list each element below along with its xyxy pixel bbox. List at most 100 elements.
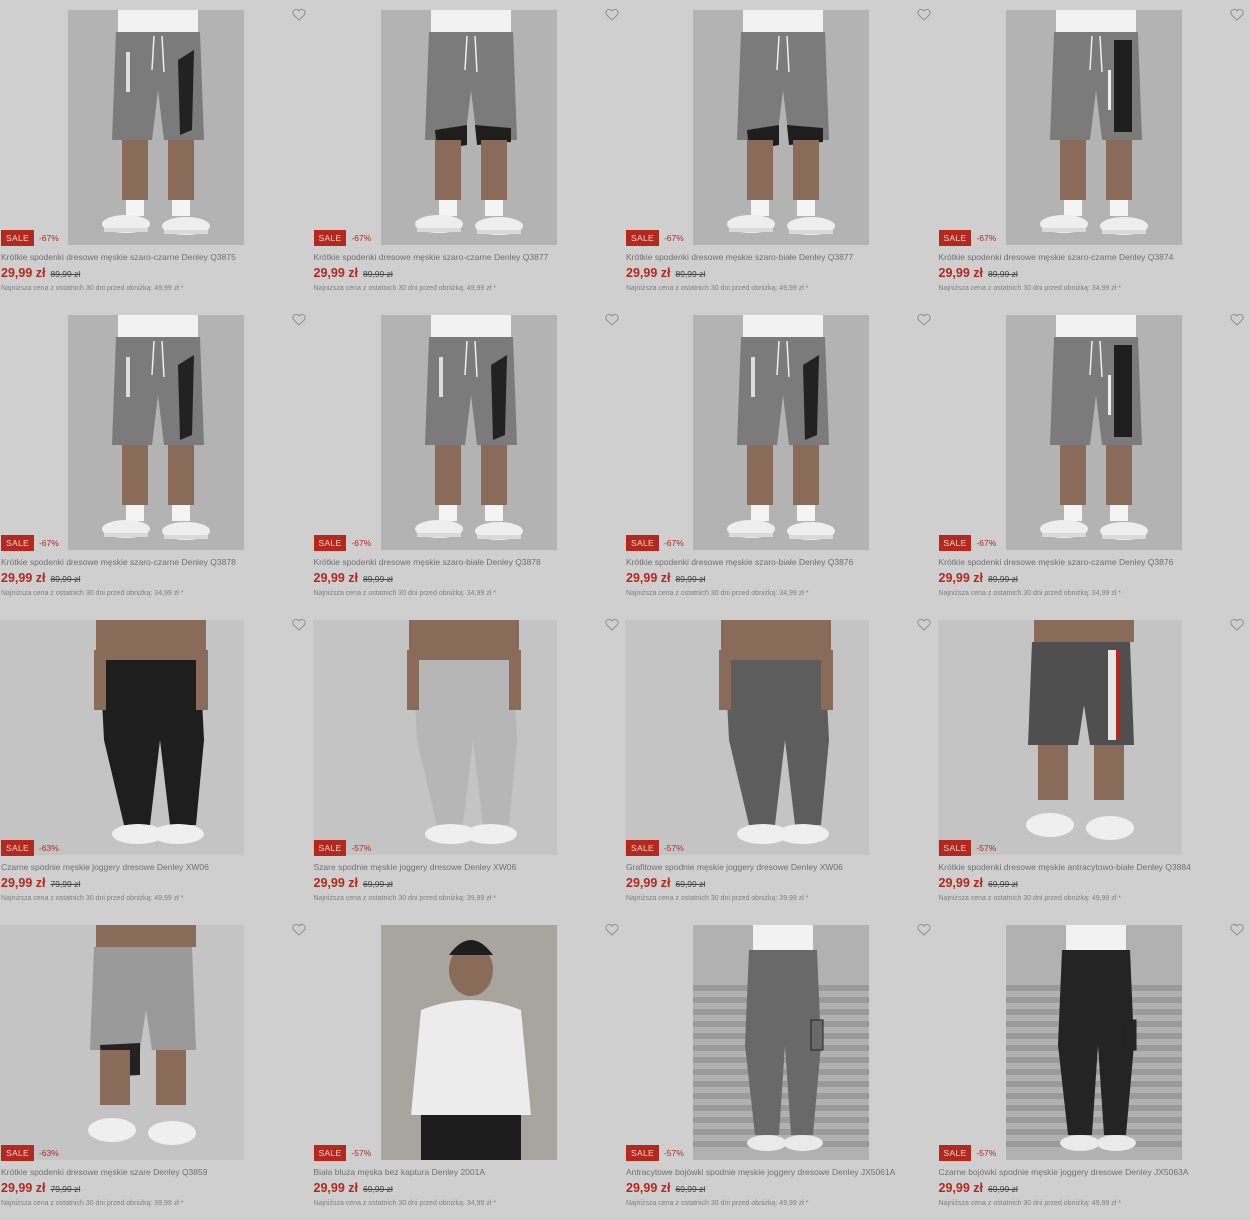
product-image[interactable] — [693, 10, 869, 245]
product-image[interactable] — [937, 620, 1182, 855]
badge-row: SALE -67% — [313, 230, 371, 246]
heart-icon[interactable] — [604, 923, 619, 936]
sale-badge: SALE — [1, 230, 34, 246]
heart-icon[interactable] — [604, 313, 619, 326]
sale-price: 29,99 zł — [626, 1181, 671, 1195]
product-card[interactable]: SALE -67% Krótkie spodenki dresowe męski… — [938, 0, 1250, 305]
heart-icon[interactable] — [604, 8, 619, 21]
product-image[interactable] — [380, 315, 557, 550]
sale-price: 29,99 zł — [313, 266, 358, 280]
product-title[interactable]: Krótkie spodenki dresowe męskie szaro-cz… — [314, 252, 614, 262]
product-card[interactable]: SALE -57% Czarne bojówki spodnie męskie … — [938, 915, 1250, 1220]
price-row: 29,99 zł 69,99 zł — [314, 1181, 393, 1195]
old-price: 89,99 zł — [987, 574, 1018, 584]
product-title[interactable]: Krótkie spodenki dresowe męskie szaro-bi… — [626, 252, 926, 262]
product-image[interactable] — [1005, 10, 1182, 245]
lowest-price-note: Najniższa cena z ostatnich 30 dni przed … — [938, 895, 1122, 902]
old-price: 89,99 zł — [987, 269, 1018, 279]
badge-row: SALE -67% — [1, 230, 59, 246]
product-card[interactable]: SALE -67% Krótkie spodenki dresowe męski… — [313, 0, 625, 305]
product-card[interactable]: SALE -57% Antracytowe bojówki spodnie mę… — [625, 915, 937, 1220]
lowest-price-note: Najniższa cena z ostatnich 30 dni przed … — [1, 895, 184, 902]
heart-icon[interactable] — [604, 618, 619, 631]
sale-price: 29,99 zł — [313, 571, 358, 585]
product-title[interactable]: Grafitowe spodnie męskie joggery dresowe… — [626, 862, 926, 872]
heart-icon[interactable] — [917, 313, 931, 326]
lowest-price-note: Najniższa cena z ostatnich 30 dni przed … — [938, 285, 1122, 292]
price-row: 29,99 zł 89,99 zł — [314, 571, 393, 585]
heart-icon[interactable] — [292, 618, 306, 631]
discount-label: -57% — [351, 843, 372, 853]
heart-icon[interactable] — [917, 618, 931, 631]
heart-icon[interactable] — [1229, 8, 1244, 21]
product-image[interactable] — [312, 620, 557, 855]
badge-row: SALE -67% — [313, 535, 371, 551]
product-title[interactable]: Antracytowe bojówki spodnie męskie jogge… — [626, 1167, 926, 1177]
product-card[interactable]: SALE -63% Czarne spodnie męskie joggery … — [0, 610, 312, 915]
lowest-price-note: Najniższa cena z ostatnich 30 dni przed … — [938, 590, 1122, 597]
product-card[interactable]: SALE -67% Krótkie spodenki dresowe męski… — [313, 305, 625, 610]
heart-icon[interactable] — [917, 923, 931, 936]
product-image[interactable] — [380, 10, 557, 245]
product-card[interactable]: SALE -57% Grafitowe spodnie męskie jogge… — [625, 610, 937, 915]
discount-label: -67% — [663, 233, 684, 243]
product-title[interactable]: Biała bluza męska bez kaptura Denley 200… — [314, 1167, 614, 1177]
sale-price: 29,99 zł — [1, 571, 46, 585]
sale-badge: SALE — [313, 1145, 347, 1161]
discount-label: -67% — [38, 233, 59, 243]
product-card[interactable]: SALE -57% Krótkie spodenki dresowe męski… — [937, 610, 1250, 915]
sale-price: 29,99 zł — [938, 571, 983, 585]
product-image[interactable] — [0, 620, 244, 855]
heart-icon[interactable] — [1229, 618, 1244, 631]
heart-icon[interactable] — [1229, 313, 1244, 326]
sale-price: 29,99 zł — [313, 1181, 358, 1195]
old-price: 79,99 zł — [50, 879, 81, 889]
product-card[interactable]: SALE -67% Krótkie spodenki dresowe męski… — [625, 0, 937, 305]
product-title[interactable]: Krótkie spodenki dresowe męskie szaro-bi… — [626, 557, 926, 567]
product-title[interactable]: Krótkie spodenki dresowe męskie antracyt… — [939, 862, 1239, 872]
product-image[interactable] — [693, 315, 869, 550]
badge-row: SALE -57% — [626, 1145, 684, 1161]
badge-row: SALE -63% — [1, 1145, 59, 1161]
product-title[interactable]: Krótkie spodenki dresowe męskie szaro-bi… — [314, 557, 614, 567]
product-card[interactable]: SALE -67% Krótkie spodenki dresowe męski… — [0, 305, 312, 610]
product-title[interactable]: Krótkie spodenki dresowe męskie szaro-cz… — [1, 557, 301, 567]
heart-icon[interactable] — [292, 923, 306, 936]
old-price: 89,99 zł — [675, 574, 706, 584]
product-title[interactable]: Szare spodnie męskie joggery dresowe Den… — [314, 862, 614, 872]
badge-row: SALE -67% — [938, 230, 996, 246]
product-card[interactable]: SALE -63% Krótkie spodenki dresowe męski… — [0, 915, 312, 1220]
price-row: 29,99 zł 89,99 zł — [1, 266, 80, 280]
heart-icon[interactable] — [1229, 923, 1244, 936]
lowest-price-note: Najniższa cena z ostatnich 30 dni przed … — [313, 1200, 497, 1207]
lowest-price-note: Najniższa cena z ostatnich 30 dni przed … — [938, 1200, 1122, 1207]
product-card[interactable]: SALE -67% Krótkie spodenki dresowe męski… — [938, 305, 1250, 610]
lowest-price-note: Najniższa cena z ostatnich 30 dni przed … — [313, 285, 497, 292]
product-image[interactable] — [1005, 925, 1182, 1160]
heart-icon[interactable] — [917, 8, 931, 21]
heart-icon[interactable] — [292, 313, 306, 326]
sale-badge: SALE — [626, 1145, 659, 1161]
product-title[interactable]: Krótkie spodenki dresowe męskie szaro-cz… — [1, 252, 301, 262]
price-row: 29,99 zł 69,99 zł — [939, 876, 1018, 890]
product-image[interactable] — [693, 925, 869, 1160]
product-card[interactable]: SALE -67% Krótkie spodenki dresowe męski… — [625, 305, 937, 610]
lowest-price-note: Najniższa cena z ostatnich 30 dni przed … — [313, 895, 497, 902]
discount-label: -57% — [351, 1148, 372, 1158]
product-title[interactable]: Krótkie spodenki dresowe męskie szaro-cz… — [939, 252, 1239, 262]
product-title[interactable]: Krótkie spodenki dresowe męskie szare De… — [1, 1167, 301, 1177]
heart-icon[interactable] — [292, 8, 306, 21]
product-image[interactable] — [68, 10, 244, 245]
product-title[interactable]: Czarne bojówki spodnie męskie joggery dr… — [939, 1167, 1239, 1177]
product-image[interactable] — [1005, 315, 1182, 550]
product-title[interactable]: Krótkie spodenki dresowe męskie szaro-cz… — [939, 557, 1239, 567]
product-card[interactable]: SALE -57% Biała bluza męska bez kaptura … — [313, 915, 625, 1220]
product-image[interactable] — [0, 925, 244, 1160]
product-card[interactable]: SALE -57% Szare spodnie męskie joggery d… — [312, 610, 625, 915]
product-image[interactable] — [625, 620, 869, 855]
lowest-price-note: Najniższa cena z ostatnich 30 dni przed … — [626, 285, 809, 292]
product-card[interactable]: SALE -67% Krótkie spodenki dresowe męski… — [0, 0, 312, 305]
product-image[interactable] — [380, 925, 557, 1160]
product-title[interactable]: Czarne spodnie męskie joggery dresowe De… — [1, 862, 301, 872]
product-image[interactable] — [68, 315, 244, 550]
